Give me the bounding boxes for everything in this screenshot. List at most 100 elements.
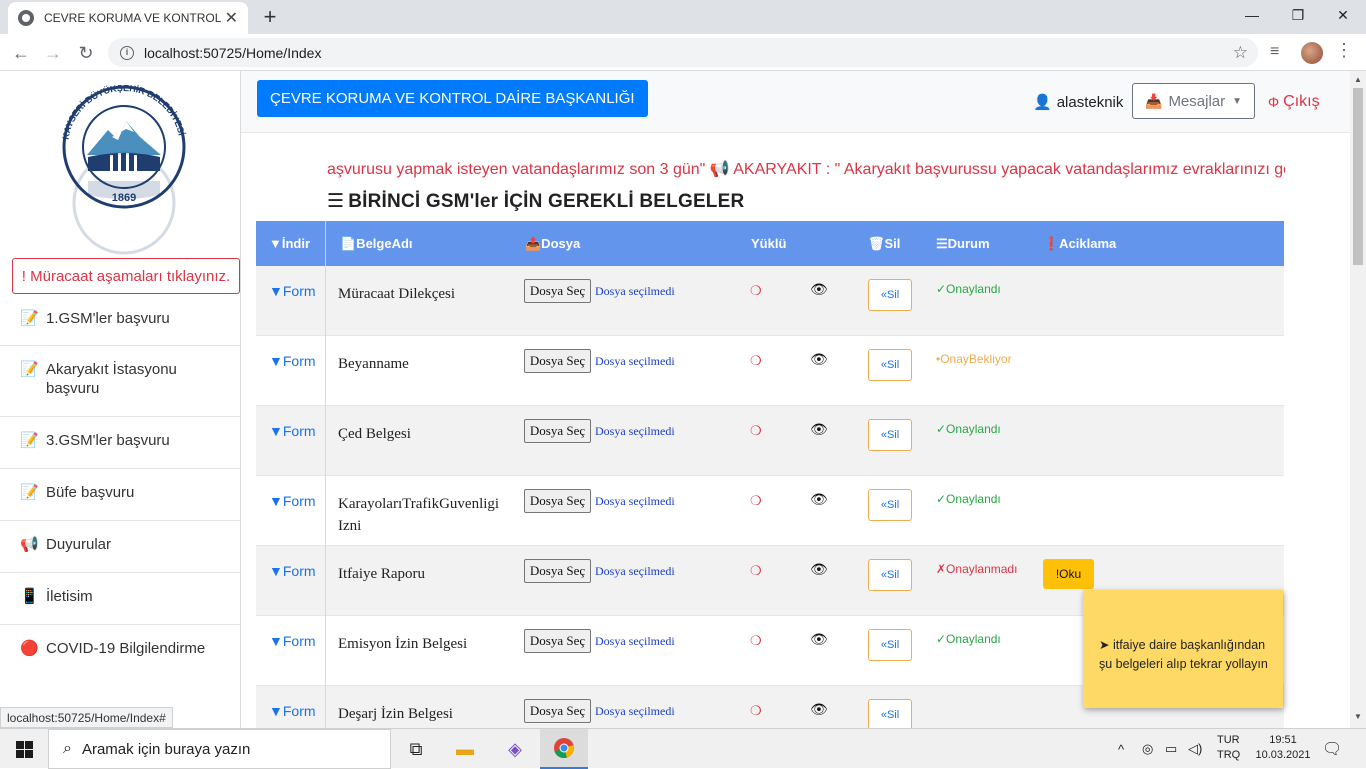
sidebar-item-fuel-station[interactable]: 📝 Akaryakıt İstasyonu başvuru [0, 346, 240, 417]
column-divider [325, 266, 326, 336]
sidebar-item-contact[interactable]: 📱 İletisim [0, 573, 240, 625]
delete-button[interactable]: «Sil [868, 489, 912, 521]
top-navbar: ÇEVRE KORUMA VE KONTROL DAİRE BAŞKANLIĞI… [241, 71, 1350, 133]
close-window-button[interactable]: ✕ [1320, 0, 1366, 30]
download-form-link[interactable]: ▼Form [269, 633, 316, 649]
delete-button[interactable]: «Sil [868, 629, 912, 661]
view-eye-icon[interactable]: 👁 [810, 421, 828, 438]
view-eye-icon[interactable]: 👁 [810, 351, 828, 368]
taskbar-search-placeholder: Aramak için buraya yazın [81, 740, 251, 758]
meet-now-icon[interactable]: ◎ [1142, 729, 1153, 769]
file-explorer-icon[interactable]: ▬ [441, 729, 489, 769]
not-loaded-circle-icon: ❍ [750, 633, 762, 648]
bookmark-star-icon[interactable]: ☆ [1233, 43, 1248, 63]
chrome-taskbar-icon[interactable] [540, 729, 588, 769]
view-eye-icon[interactable]: 👁 [810, 631, 828, 648]
view-eye-icon[interactable]: 👁 [810, 281, 828, 298]
scroll-up-arrow-icon[interactable]: ▲ [1354, 75, 1362, 84]
download-form-link[interactable]: ▼Form [269, 353, 316, 369]
note-tooltip: ➤ itfaiye daire başkanlığından şu belgel… [1083, 590, 1283, 708]
volume-icon[interactable]: ◁) [1188, 729, 1202, 769]
sidebar-item-1-gsm[interactable]: 📝 1.GSM'ler başvuru [0, 295, 240, 346]
choose-file-button[interactable]: Dosya Seç [524, 489, 591, 513]
mobile-phone-icon: 📱 [20, 588, 39, 605]
delete-button[interactable]: «Sil [868, 419, 912, 451]
brand-button[interactable]: ÇEVRE KORUMA VE KONTROL DAİRE BAŞKANLIĞI [257, 80, 648, 117]
delete-button[interactable]: «Sil [868, 279, 912, 311]
battery-icon[interactable]: ▭ [1165, 729, 1177, 769]
forward-icon[interactable]: → [40, 40, 66, 66]
browser-tab[interactable]: CEVRE KORUMA VE KONTROL DA ✕ [8, 2, 248, 34]
download-form-link[interactable]: ▼Form [269, 493, 316, 509]
browser-toolbar: ← → ↻ i localhost:50725/Home/Index ☆ ≡ ⋮ [0, 34, 1366, 71]
url-text[interactable]: localhost:50725/Home/Index [144, 45, 321, 61]
browser-menu-icon[interactable]: ⋮ [1335, 40, 1353, 61]
scroll-down-arrow-icon[interactable]: ▼ [1354, 712, 1362, 721]
choose-file-button[interactable]: Dosya Seç [524, 629, 591, 653]
user-menu[interactable]: 👤 alasteknik [1033, 93, 1123, 112]
megaphone-icon: 📢 [20, 536, 39, 553]
reload-icon[interactable]: ↻ [73, 40, 99, 66]
view-eye-icon[interactable]: 👁 [810, 491, 828, 508]
column-divider [325, 476, 326, 546]
chevron-up-icon[interactable]: ^ [1118, 729, 1124, 769]
download-form-link[interactable]: ▼Form [269, 283, 316, 299]
tab-close-button[interactable]: ✕ [225, 8, 238, 28]
new-tab-button[interactable]: + [258, 4, 282, 30]
sidebar-item-kiosk[interactable]: 📝 Büfe başvuru [0, 469, 240, 521]
taskbar-search[interactable]: ⌕ Aramak için buraya yazın [48, 729, 391, 769]
delete-button[interactable]: «Sil [868, 699, 912, 728]
address-bar[interactable]: i localhost:50725/Home/Index ☆ [108, 38, 1258, 67]
info-icon[interactable]: i [120, 45, 134, 60]
sidebar-item-label: Duyurular [46, 536, 112, 553]
download-form-link[interactable]: ▼Form [269, 703, 316, 719]
sidebar-item-label: COVID-19 Bilgilendirme [46, 640, 206, 657]
not-loaded-circle-icon: ❍ [750, 493, 762, 508]
choose-file-button[interactable]: Dosya Seç [524, 419, 591, 443]
task-view-icon[interactable]: ⧉ [392, 729, 440, 769]
status-badge: ✓Onaylandı [936, 422, 1001, 436]
column-divider [325, 616, 326, 686]
profile-avatar[interactable] [1301, 42, 1323, 64]
header-file: 📤Dosya [525, 235, 581, 251]
minimize-button[interactable]: — [1229, 0, 1275, 30]
kayseri-municipality-logo: 1869 KAYSERİ BÜYÜKŞEHİR BELEDİYESİ [60, 85, 187, 255]
view-eye-icon[interactable]: 👁 [810, 561, 828, 578]
document-name: Deşarj İzin Belgesi [338, 706, 453, 722]
notification-center-icon[interactable]: 🗨 [1322, 739, 1342, 759]
table-row: ▼Form Beyanname Dosya Seç Dosya seçilmedi ❍ 👁… [256, 336, 1284, 406]
back-icon[interactable]: ← [8, 40, 34, 66]
column-divider [325, 686, 326, 728]
page-scrollbar[interactable]: ▲ ▼ [1350, 71, 1366, 728]
choose-file-button[interactable]: Dosya Seç [524, 559, 591, 583]
read-note-button[interactable]: !Oku [1043, 559, 1094, 589]
document-name: Çed Belgesi [338, 426, 411, 442]
maximize-button[interactable]: ❐ [1275, 0, 1321, 30]
no-file-chosen-text: Dosya seçilmedi [595, 564, 675, 578]
delete-button[interactable]: «Sil [868, 349, 912, 381]
media-control-icon[interactable]: ≡ [1270, 43, 1279, 61]
table-row: ▼Form KarayolarıTrafikGuvenligi Izni Dosya… [256, 476, 1284, 546]
choose-file-button[interactable]: Dosya Seç [524, 279, 591, 303]
choose-file-button[interactable]: Dosya Seç [524, 699, 591, 723]
visual-studio-icon[interactable]: ◈ [491, 729, 539, 769]
sidebar-item-3-gsm[interactable]: 📝 3.GSM'ler başvuru [0, 417, 240, 469]
messages-dropdown-button[interactable]: 📥 Mesajlar ▼ [1132, 83, 1255, 119]
header-status: ☰Durum [936, 235, 990, 251]
system-clock[interactable]: 19:51 10.03.2021 [1253, 733, 1313, 763]
scrollbar-thumb[interactable] [1353, 88, 1363, 265]
input-language[interactable]: TUR TRQ [1217, 733, 1240, 763]
logout-link[interactable]: Φ Çıkış [1268, 93, 1320, 111]
start-button[interactable] [0, 729, 48, 769]
download-form-link[interactable]: ▼Form [269, 423, 316, 439]
view-eye-icon[interactable]: 👁 [810, 701, 828, 718]
sidebar-item-announcements[interactable]: 📢 Duyurular [0, 521, 240, 573]
application-steps-alert-button[interactable]: ! Müracaat aşamaları tıklayınız. [12, 258, 240, 294]
search-icon: ⌕ [63, 740, 72, 757]
sidebar-item-covid[interactable]: 🔴 COVID-19 Bilgilendirme [0, 625, 240, 677]
no-file-chosen-text: Dosya seçilmedi [595, 284, 675, 298]
delete-button[interactable]: «Sil [868, 559, 912, 591]
choose-file-button[interactable]: Dosya Seç [524, 349, 591, 373]
not-loaded-circle-icon: ❍ [750, 353, 762, 368]
download-form-link[interactable]: ▼Form [269, 563, 316, 579]
